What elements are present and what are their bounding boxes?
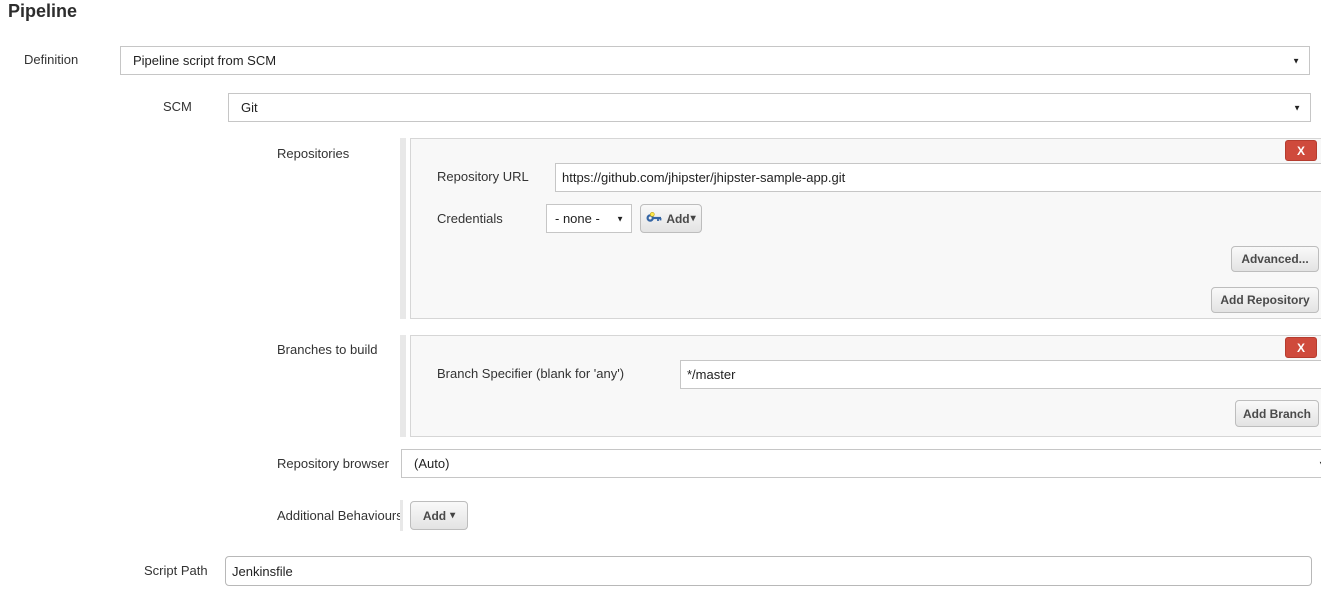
delete-branch-button[interactable]: X: [1285, 337, 1317, 358]
scm-label: SCM: [163, 99, 192, 114]
repository-url-input[interactable]: [555, 163, 1321, 192]
repositories-indent-bar: [400, 138, 406, 319]
caret-down-icon: ▾: [691, 214, 696, 224]
additional-behaviours-label: Additional Behaviours: [277, 508, 403, 523]
definition-label: Definition: [24, 52, 78, 67]
page-title: Pipeline: [8, 1, 77, 22]
branches-indent-bar: [400, 335, 406, 437]
script-path-label: Script Path: [144, 563, 208, 578]
script-path-input[interactable]: [225, 556, 1312, 586]
definition-select-value: Pipeline script from SCM: [133, 53, 276, 68]
repository-browser-label: Repository browser: [277, 456, 389, 471]
credentials-label: Credentials: [437, 211, 503, 226]
caret-down-icon: ▾: [450, 511, 455, 521]
delete-repository-button[interactable]: X: [1285, 140, 1317, 161]
add-behaviour-button[interactable]: Add ▾: [410, 501, 468, 530]
add-credentials-label: Add: [666, 212, 689, 226]
branch-specifier-label: Branch Specifier (blank for 'any'): [437, 366, 624, 381]
advanced-button[interactable]: Advanced...: [1231, 246, 1319, 272]
repository-browser-select-value: (Auto): [414, 456, 449, 471]
definition-select[interactable]: Pipeline script from SCM ▼: [120, 46, 1310, 75]
add-behaviour-label: Add: [423, 509, 446, 523]
pipeline-config-page: Pipeline Definition Pipeline script from…: [0, 0, 1321, 593]
chevron-down-icon: ▼: [616, 214, 624, 223]
chevron-down-icon: ▼: [1292, 56, 1300, 65]
repository-browser-select[interactable]: (Auto) ▼: [401, 449, 1321, 478]
branches-to-build-label: Branches to build: [277, 342, 377, 357]
repository-url-label: Repository URL: [437, 169, 529, 184]
additional-behaviours-indent-bar: [400, 500, 403, 531]
add-repository-button[interactable]: Add Repository: [1211, 287, 1319, 313]
branch-specifier-input[interactable]: [680, 360, 1321, 389]
credentials-select[interactable]: - none - ▼: [546, 204, 632, 233]
repositories-label: Repositories: [277, 146, 349, 161]
credentials-select-value: - none -: [555, 211, 600, 226]
add-credentials-button[interactable]: Add ▾: [640, 204, 702, 233]
add-branch-button[interactable]: Add Branch: [1235, 400, 1319, 427]
scm-select-value: Git: [241, 100, 258, 115]
chevron-down-icon: ▼: [1293, 103, 1301, 112]
key-icon: [646, 212, 662, 226]
scm-select[interactable]: Git ▼: [228, 93, 1311, 122]
